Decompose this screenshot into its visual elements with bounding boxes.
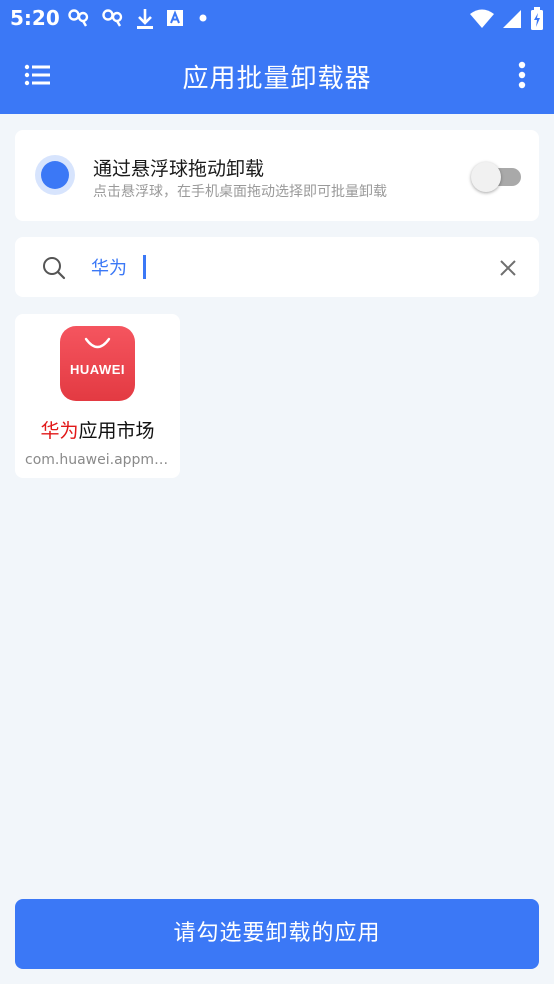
wifi-icon — [470, 9, 494, 28]
floating-ball-title: 通过悬浮球拖动卸载 — [93, 158, 265, 180]
app-icon-brand: HUAWEI — [70, 362, 125, 377]
floating-ball-icon — [35, 155, 75, 195]
app-list-item[interactable]: HUAWEI 华为应用市场 com.huawei.appmarket — [15, 314, 180, 478]
floating-ball-subtitle: 点击悬浮球，在手机桌面拖动选择即可批量卸载 — [93, 184, 387, 200]
more-options-button[interactable] — [518, 61, 526, 89]
uninstall-selected-button[interactable]: 请勾选要卸载的应用 — [15, 899, 539, 969]
status-bar: 5:20 — [0, 0, 554, 36]
status-notification-icons — [68, 8, 210, 30]
clear-search-button[interactable] — [499, 259, 517, 277]
floating-ball-toggle[interactable] — [471, 162, 523, 192]
status-time: 5:20 — [10, 6, 60, 30]
search-icon — [43, 257, 66, 280]
bag-handle-icon — [84, 337, 111, 349]
cellular-icon — [503, 10, 521, 28]
ribbon-icon — [102, 9, 123, 27]
search-bar — [15, 237, 539, 297]
floating-ball-option-card: 通过悬浮球拖动卸载 点击悬浮球，在手机桌面拖动选择即可批量卸载 — [15, 130, 539, 221]
huawei-appgallery-icon: HUAWEI — [60, 326, 135, 401]
close-icon — [500, 260, 516, 276]
more-vert-icon — [518, 61, 526, 89]
status-system-icons — [470, 7, 544, 31]
page-title: 应用批量卸载器 — [182, 64, 372, 94]
app-name: 华为应用市场 — [15, 416, 180, 443]
app-name-rest: 应用市场 — [78, 420, 155, 442]
battery-charging-icon — [531, 7, 543, 30]
dot-icon — [199, 14, 207, 22]
search-input[interactable] — [91, 249, 471, 285]
text-cursor — [143, 255, 146, 279]
app-name-match: 华为 — [40, 420, 79, 442]
ribbon-icon — [68, 9, 89, 27]
app-bar: 应用批量卸载器 — [0, 36, 554, 114]
app-package-name: com.huawei.appmarket — [25, 452, 171, 468]
download-icon — [137, 9, 153, 29]
font-icon — [167, 10, 183, 26]
